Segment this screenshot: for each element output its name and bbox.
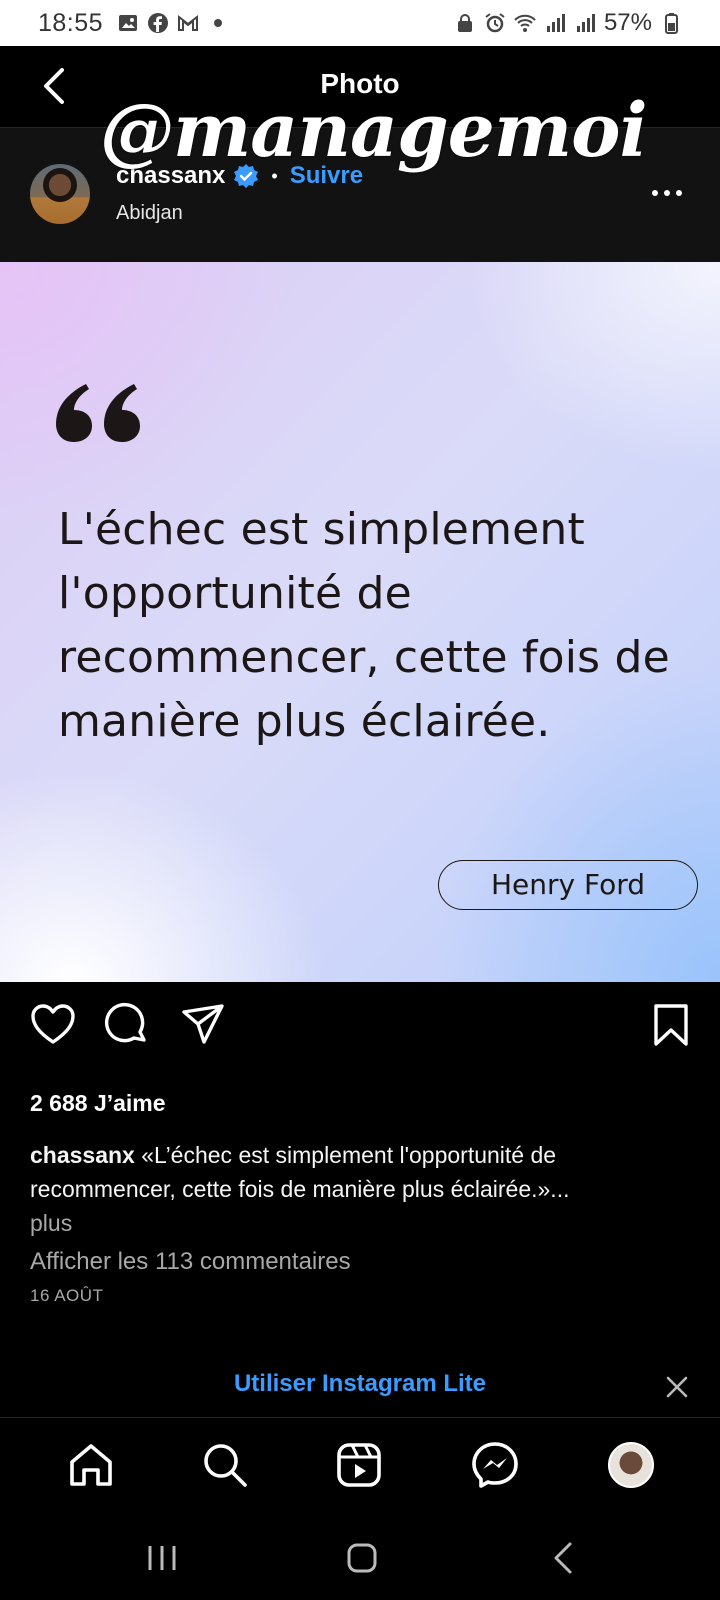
bottom-navigation (0, 1418, 720, 1518)
author-avatar[interactable] (30, 164, 90, 224)
notification-icons (117, 12, 229, 34)
status-bar: 18:55 57% (0, 0, 720, 46)
more-options-icon[interactable] (650, 186, 684, 200)
likes-count[interactable]: 2 688 J’aime (30, 1090, 166, 1117)
post-actions (0, 982, 720, 1076)
dot-icon (214, 19, 223, 27)
close-icon[interactable] (664, 1374, 690, 1400)
battery-icon (665, 13, 678, 34)
wifi-icon (514, 14, 536, 32)
post-image[interactable]: L'échec est simplement l'opportunité de … (0, 262, 720, 982)
status-right: 57% (454, 9, 682, 37)
quote-text: L'échec est simplement l'opportunité de … (58, 504, 670, 747)
caption-more-link[interactable]: plus (30, 1210, 72, 1236)
caption-username[interactable]: chassanx (30, 1142, 135, 1168)
signal-icon (546, 14, 565, 32)
post-location[interactable]: Abidjan (116, 202, 183, 225)
instagram-lite-banner: Utiliser Instagram Lite (0, 1350, 720, 1418)
quote-mark-icon (56, 384, 140, 442)
use-instagram-lite-link[interactable]: Utiliser Instagram Lite (0, 1370, 720, 1398)
profile-avatar[interactable] (608, 1442, 654, 1488)
system-back-icon[interactable] (546, 1540, 582, 1576)
home-icon[interactable] (66, 1440, 116, 1490)
signal-icon (576, 14, 595, 32)
status-time: 18:55 (38, 8, 104, 37)
reels-icon[interactable] (334, 1440, 384, 1490)
gallery-icon (119, 15, 138, 31)
recent-apps-icon[interactable] (144, 1540, 180, 1576)
view-comments-link[interactable]: Afficher les 113 commentaires (30, 1248, 351, 1276)
watermark-text: @managemoi (100, 88, 648, 174)
heart-icon[interactable] (30, 1002, 76, 1048)
facebook-icon (148, 13, 169, 33)
alarm-icon (485, 13, 505, 33)
comment-icon[interactable] (104, 1002, 150, 1048)
quote-author: Henry Ford (438, 860, 698, 910)
system-navigation (0, 1518, 720, 1600)
bookmark-icon[interactable] (648, 1002, 694, 1048)
post-date: 16 AOÛT (30, 1286, 104, 1305)
messenger-icon[interactable] (470, 1440, 520, 1490)
gmail-icon (178, 14, 199, 31)
post-caption: chassanx «L’échec est simplement l'oppor… (30, 1138, 690, 1240)
search-icon[interactable] (200, 1440, 250, 1490)
home-button-icon[interactable] (344, 1540, 380, 1576)
lock-icon (457, 14, 472, 32)
share-icon[interactable] (180, 1002, 226, 1048)
battery-percent: 57% (603, 9, 652, 36)
